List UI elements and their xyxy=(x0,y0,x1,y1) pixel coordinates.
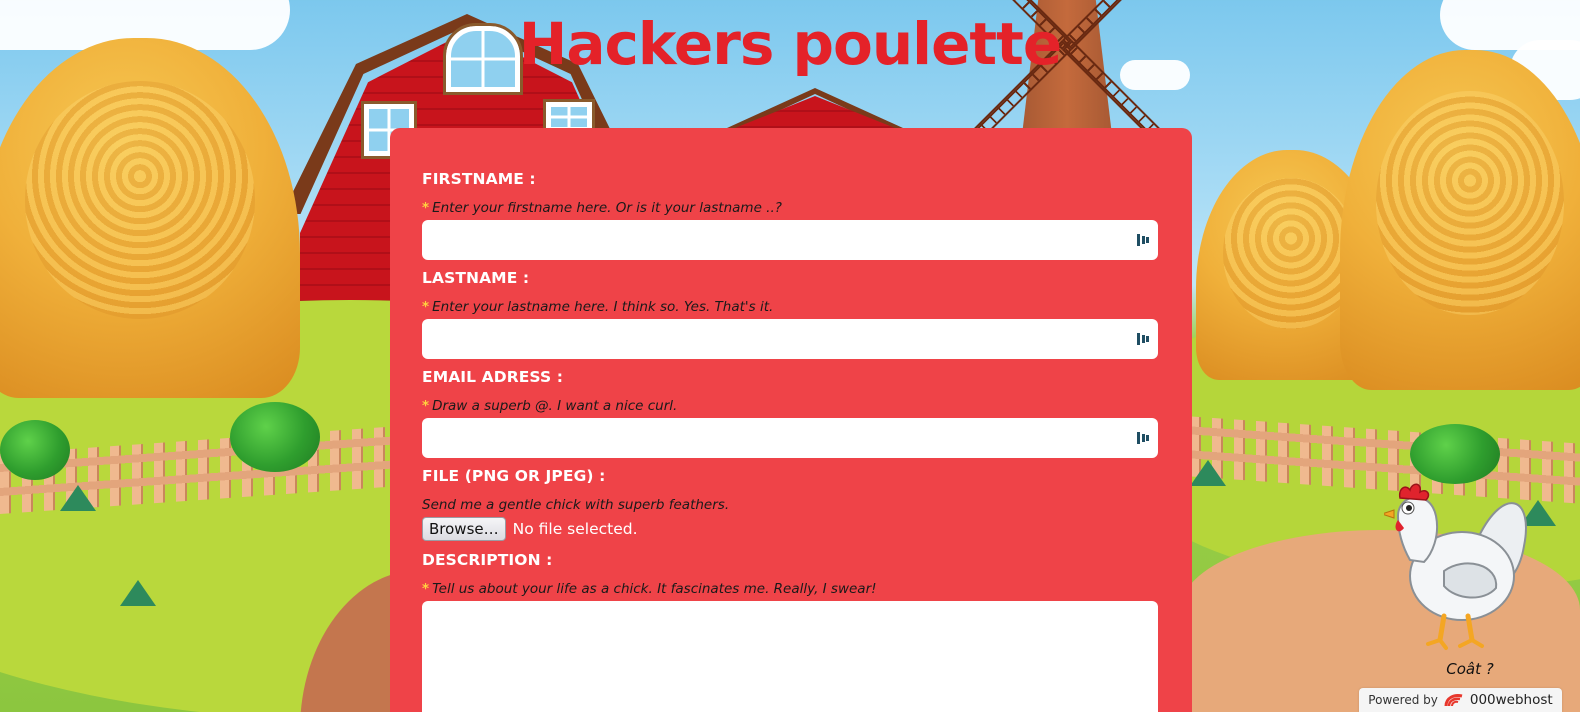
required-mark: * xyxy=(422,200,430,216)
firstname-label: FIRSTNAME : xyxy=(422,170,536,188)
firstname-input-wrap xyxy=(422,220,1158,260)
password-manager-icon[interactable] xyxy=(1136,233,1150,247)
chicken-caption: Coât ? xyxy=(1446,660,1494,678)
required-mark: * xyxy=(422,581,430,597)
description-group: DESCRIPTION : * Tell us about your life a… xyxy=(422,551,1160,712)
required-mark: * xyxy=(422,299,430,315)
firstname-input[interactable] xyxy=(422,220,1158,260)
contact-form: FIRSTNAME : * Enter your firstname here. … xyxy=(390,128,1192,712)
email-hint-text: Draw a superb @. I want a nice curl. xyxy=(432,398,678,414)
password-manager-icon[interactable] xyxy=(1136,431,1150,445)
email-hint: * Draw a superb @. I want a nice curl. xyxy=(422,398,1160,416)
file-label: FILE (PNG OR JPEG) : xyxy=(422,467,606,485)
firstname-group: FIRSTNAME : * Enter your firstname here. … xyxy=(422,170,1160,269)
firstname-hint: * Enter your firstname here. Or is it you… xyxy=(422,200,1160,218)
description-textarea[interactable] xyxy=(422,601,1158,712)
lastname-input-wrap xyxy=(422,319,1158,359)
browse-button[interactable]: Browse… xyxy=(422,517,506,541)
footer-brand: 000webhost xyxy=(1469,692,1553,708)
description-hint: * Tell us about your life as a chick. It … xyxy=(422,581,1160,599)
firstname-hint-text: Enter your firstname here. Or is it your… xyxy=(432,200,782,216)
email-input-wrap xyxy=(422,418,1158,458)
000webhost-logo-icon xyxy=(1444,694,1463,707)
file-picker: Browse… No file selected. xyxy=(422,517,1160,541)
file-status: No file selected. xyxy=(512,520,638,538)
lastname-group: LASTNAME : * Enter your lastname here. I … xyxy=(422,269,1160,368)
required-mark: * xyxy=(422,398,430,414)
file-hint: Send me a gentle chick with superb feath… xyxy=(422,497,730,513)
lastname-label: LASTNAME : xyxy=(422,269,530,287)
description-hint-text: Tell us about your life as a chick. It f… xyxy=(432,581,877,597)
email-label: EMAIL ADRESS : xyxy=(422,368,564,386)
email-group: EMAIL ADRESS : * Draw a superb @. I want … xyxy=(422,368,1160,467)
file-group: FILE (PNG OR JPEG) : Send me a gentle ch… xyxy=(422,467,1160,551)
lastname-hint-text: Enter your lastname here. I think so. Ye… xyxy=(432,299,774,315)
email-input[interactable] xyxy=(422,418,1158,458)
lastname-input[interactable] xyxy=(422,319,1158,359)
page-title: Hackers poulette xyxy=(518,10,1062,78)
chicken-illustration xyxy=(1384,483,1527,650)
powered-by-text: Powered by xyxy=(1368,693,1438,707)
powered-by-badge[interactable]: Powered by 000webhost xyxy=(1359,688,1562,712)
password-manager-icon[interactable] xyxy=(1136,332,1150,346)
description-label: DESCRIPTION : xyxy=(422,551,553,569)
lastname-hint: * Enter your lastname here. I think so. Y… xyxy=(422,299,1160,317)
